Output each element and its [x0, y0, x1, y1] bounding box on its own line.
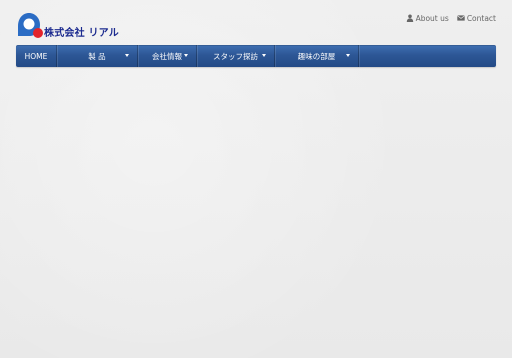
user-icon: [406, 14, 413, 22]
contact-label: Contact: [466, 13, 496, 23]
chevron-down-icon: [262, 54, 266, 57]
about-us-link[interactable]: About us: [406, 14, 449, 23]
nav-company-info[interactable]: 会社情報: [138, 45, 197, 67]
nav-products-label: 製 品: [88, 51, 106, 61]
nav-home-label: HOME: [24, 51, 48, 61]
chevron-down-icon: [346, 54, 350, 57]
chevron-down-icon: [184, 54, 188, 57]
chevron-down-icon: [125, 54, 129, 57]
top-links: About us Contact: [406, 12, 496, 24]
nav-products[interactable]: 製 品: [57, 45, 138, 67]
contact-link[interactable]: Contact: [456, 13, 496, 23]
navbar-filler: [359, 45, 496, 67]
nav-staff-visit-label: スタッフ探訪: [213, 51, 258, 61]
nav-company-info-label: 会社情報: [152, 51, 182, 61]
nav-home[interactable]: HOME: [16, 45, 57, 67]
site-logo[interactable]: 株式会社 リアル: [16, 12, 156, 40]
logo-mark-icon: [18, 13, 43, 38]
brand-name: 株式会社 リアル: [44, 28, 119, 39]
envelope-icon: [456, 15, 465, 21]
nav-hobby-room-label: 趣味の部屋: [297, 51, 336, 61]
nav-hobby-room[interactable]: 趣味の部屋: [275, 45, 359, 67]
about-us-label: About us: [415, 13, 449, 23]
main-navbar: HOME 製 品 会社情報 スタッフ探訪 趣味の部屋: [16, 45, 496, 67]
site-header: 株式会社 リアル About us Contact: [0, 0, 512, 44]
nav-staff-visit[interactable]: スタッフ探訪: [197, 45, 275, 67]
